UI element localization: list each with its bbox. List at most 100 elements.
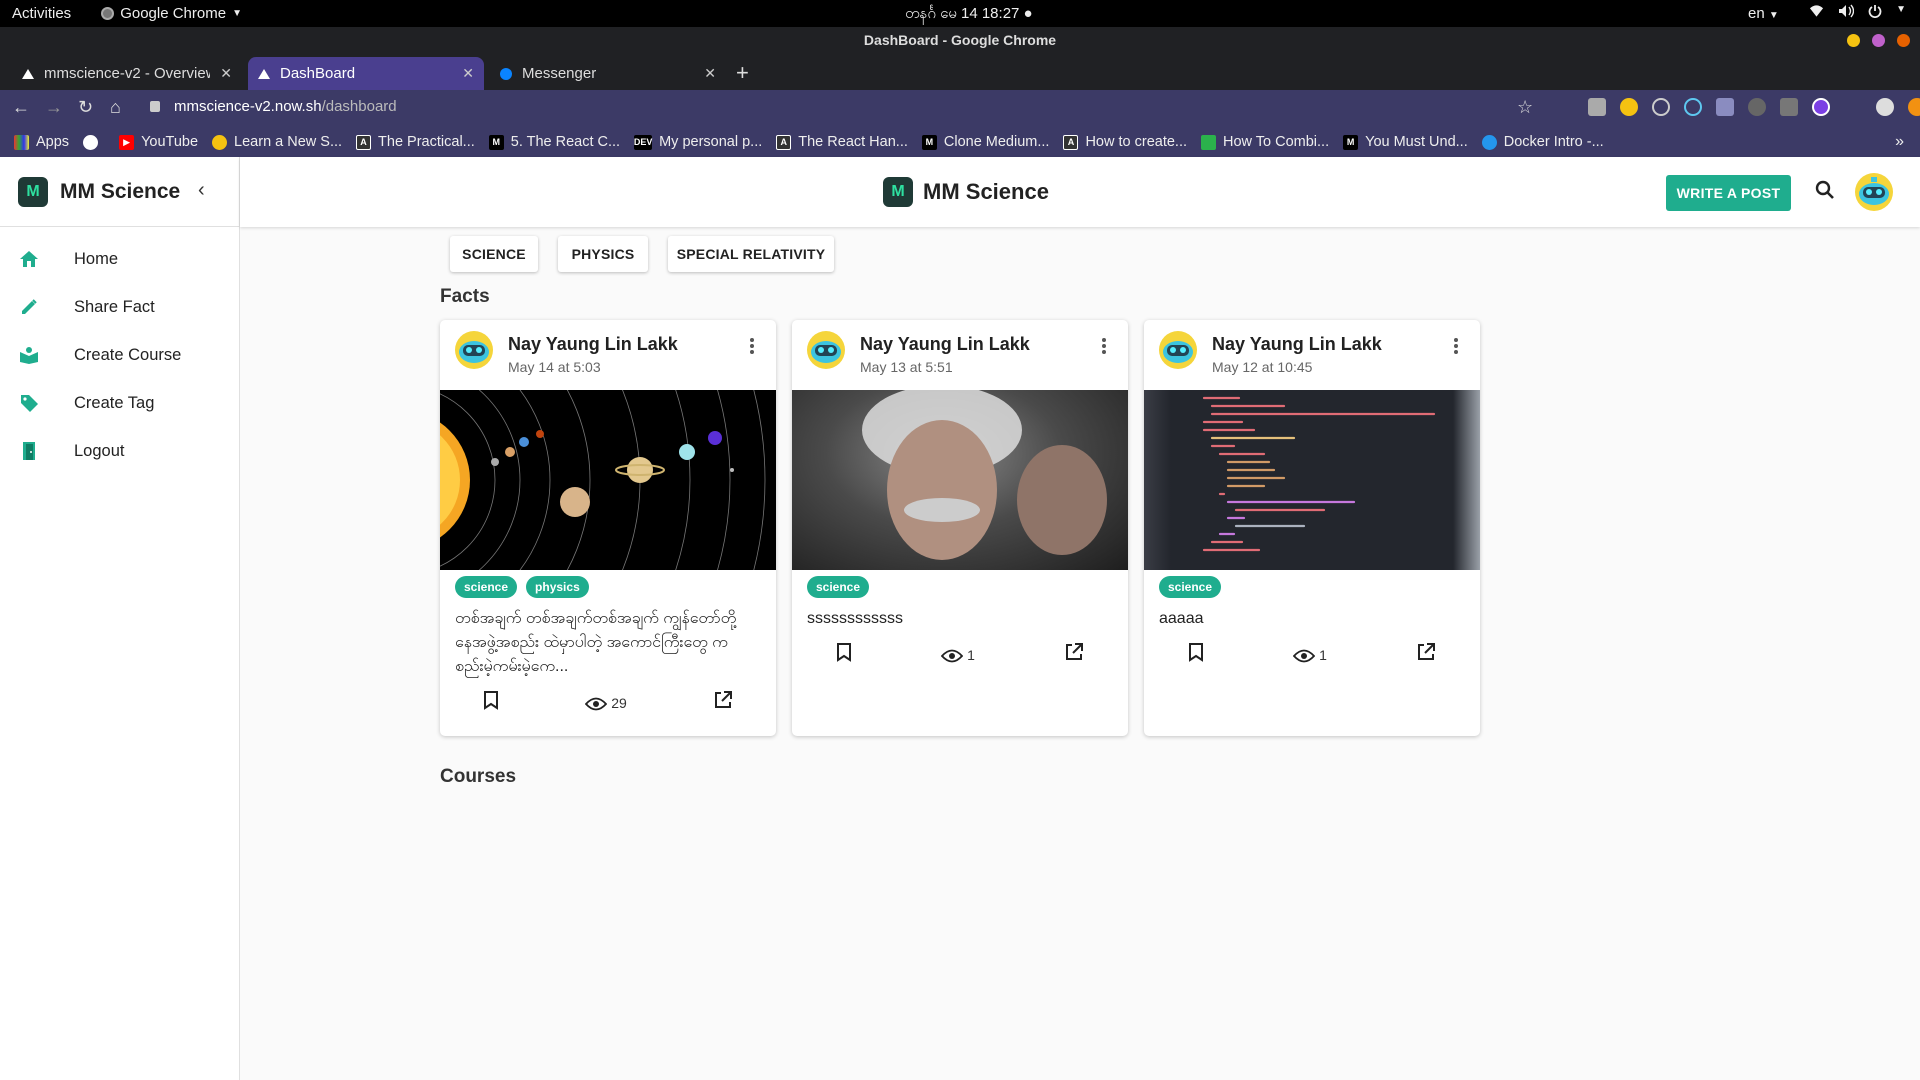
puzzle-extension-icon[interactable] bbox=[1844, 98, 1862, 116]
medium-icon: M bbox=[921, 134, 937, 150]
bookmark-apps[interactable]: Apps bbox=[14, 134, 69, 150]
tag-button-physics[interactable]: PHYSICS bbox=[558, 236, 648, 272]
bookmark-personal[interactable]: DEV My personal p... bbox=[634, 134, 762, 150]
globe-icon bbox=[83, 134, 99, 150]
sidebar-item-share-fact[interactable]: Share Fact bbox=[0, 283, 239, 331]
app-menu[interactable]: Google Chrome ▼ bbox=[101, 5, 242, 22]
purple-extension-icon[interactable] bbox=[1812, 98, 1830, 116]
close-icon[interactable]: ✕ bbox=[704, 65, 716, 82]
vercel-icon bbox=[22, 68, 34, 79]
eye-icon bbox=[1293, 649, 1316, 662]
new-tab-button[interactable]: + bbox=[736, 60, 749, 86]
bookmark-icon[interactable] bbox=[483, 690, 499, 715]
more-vert-icon[interactable] bbox=[750, 338, 754, 359]
bookmark-practical[interactable]: A The Practical... bbox=[356, 134, 475, 150]
tab-dashboard[interactable]: DashBoard ✕ bbox=[248, 57, 484, 90]
open-in-new-icon[interactable] bbox=[1064, 642, 1084, 667]
tag-chip[interactable]: science bbox=[455, 576, 518, 598]
view-count: 1 bbox=[941, 647, 975, 663]
close-window-button[interactable] bbox=[1897, 34, 1910, 47]
forward-icon[interactable]: → bbox=[45, 97, 63, 118]
tab-overview[interactable]: mmscience-v2 - Overview ✕ bbox=[12, 57, 242, 90]
more-bookmarks-icon[interactable]: » bbox=[1895, 133, 1904, 151]
maximize-button[interactable] bbox=[1872, 34, 1885, 47]
more-vert-icon[interactable] bbox=[1102, 338, 1106, 359]
sidebar-item-create-tag[interactable]: Create Tag bbox=[0, 379, 239, 427]
avatar[interactable] bbox=[454, 330, 494, 375]
bookmark-you-must[interactable]: M You Must Und... bbox=[1343, 134, 1468, 150]
bookmark-label: Docker Intro -... bbox=[1503, 134, 1604, 150]
language-indicator[interactable]: en ▼ bbox=[1748, 5, 1779, 22]
profile-avatar[interactable] bbox=[1876, 98, 1894, 116]
card-actions: 1 bbox=[792, 642, 1128, 667]
card-actions: 29 bbox=[440, 690, 776, 715]
tag-button-science[interactable]: SCIENCE bbox=[450, 236, 538, 272]
bookmark-label: The Practical... bbox=[378, 134, 475, 150]
post-excerpt: ssssssssssss bbox=[807, 610, 903, 627]
home-icon[interactable]: ⌂ bbox=[110, 97, 121, 118]
target-extension-icon[interactable] bbox=[1652, 98, 1670, 116]
facebook-extension-icon[interactable] bbox=[1716, 98, 1734, 116]
tag-chip[interactable]: science bbox=[807, 576, 870, 598]
star-icon[interactable]: ☆ bbox=[1517, 97, 1533, 118]
tab-messenger[interactable]: Messenger ✕ bbox=[490, 57, 726, 90]
open-in-new-icon[interactable] bbox=[1416, 642, 1436, 667]
bookmark-globe[interactable] bbox=[83, 134, 105, 150]
bookmark-how-to-combine[interactable]: How To Combi... bbox=[1201, 134, 1329, 150]
tag-chip[interactable]: science bbox=[1159, 576, 1222, 598]
tag-chip[interactable]: physics bbox=[526, 576, 589, 598]
camera-extension-icon[interactable] bbox=[1588, 98, 1606, 116]
view-count-value: 1 bbox=[967, 646, 975, 663]
bookmark-clone-medium[interactable]: M Clone Medium... bbox=[921, 134, 1050, 150]
fact-card[interactable]: Nay Yaung Lin Lakk May 13 at 5:51 scienc… bbox=[792, 320, 1128, 736]
bookmark-react-course[interactable]: M 5. The React C... bbox=[488, 134, 620, 150]
bookmark-label: Clone Medium... bbox=[943, 134, 1050, 150]
back-icon[interactable]: ← bbox=[12, 97, 30, 118]
language-label: en bbox=[1748, 5, 1765, 22]
close-icon[interactable]: ✕ bbox=[462, 65, 474, 82]
url-host: mmscience-v2.now.sh bbox=[174, 98, 322, 115]
write-post-button[interactable]: WRITE A POST bbox=[1666, 175, 1791, 211]
activities-button[interactable]: Activities bbox=[12, 5, 71, 22]
toolbar: ← → ↻ ⌂ mmscience-v2.now.sh/dashboard ☆ bbox=[0, 90, 1920, 127]
tag-button-special-relativity[interactable]: SPECIAL RELATIVITY bbox=[668, 236, 834, 272]
sidebar-item-home[interactable]: Home bbox=[0, 235, 239, 283]
clock[interactable]: တနင်္ဂ မေ 14 18:27 ● bbox=[905, 4, 1033, 26]
user-avatar[interactable] bbox=[1854, 172, 1894, 217]
chevron-left-icon[interactable]: ‹ bbox=[198, 179, 205, 202]
update-icon[interactable] bbox=[1908, 98, 1920, 116]
lock-icon[interactable] bbox=[150, 101, 160, 112]
bookmark-react-handbook[interactable]: A The React Han... bbox=[776, 134, 908, 150]
open-in-new-icon[interactable] bbox=[713, 690, 733, 715]
avatar[interactable] bbox=[1158, 330, 1198, 375]
react-devtools-icon[interactable] bbox=[1684, 98, 1702, 116]
brand[interactable]: M MM Science bbox=[883, 177, 1049, 207]
avatar[interactable] bbox=[806, 330, 846, 375]
bookmark-docker[interactable]: Docker Intro -... bbox=[1481, 134, 1604, 150]
chrome-icon bbox=[101, 7, 115, 20]
solar-system-image[interactable] bbox=[440, 390, 776, 570]
portrait-image[interactable] bbox=[792, 390, 1128, 570]
minimize-button[interactable] bbox=[1847, 34, 1860, 47]
bookmark-icon[interactable] bbox=[1188, 642, 1204, 667]
bookmark-learn[interactable]: Learn a New S... bbox=[212, 134, 342, 150]
system-tray[interactable]: ▼ bbox=[1809, 4, 1906, 22]
extension-on-icon[interactable] bbox=[1620, 98, 1638, 116]
fact-card[interactable]: Nay Yaung Lin Lakk May 12 at 10:45 scien… bbox=[1144, 320, 1480, 736]
code-extension-icon[interactable] bbox=[1780, 98, 1798, 116]
wave-extension-icon[interactable] bbox=[1748, 98, 1766, 116]
bookmark-label: Apps bbox=[36, 134, 70, 150]
address-bar[interactable]: mmscience-v2.now.sh/dashboard bbox=[174, 98, 397, 115]
bookmark-how-to-create[interactable]: A How to create... bbox=[1063, 134, 1187, 150]
fact-card[interactable]: Nay Yaung Lin Lakk May 14 at 5:03 scienc… bbox=[440, 320, 776, 736]
bookmark-youtube[interactable]: ▶ YouTube bbox=[119, 134, 198, 150]
code-screenshot-image[interactable] bbox=[1144, 390, 1480, 570]
close-icon[interactable]: ✕ bbox=[220, 65, 232, 82]
eye-icon bbox=[585, 697, 608, 710]
more-vert-icon[interactable] bbox=[1454, 338, 1458, 359]
search-icon[interactable] bbox=[1814, 179, 1836, 206]
reload-icon[interactable]: ↻ bbox=[78, 97, 93, 118]
sidebar-item-logout[interactable]: Logout bbox=[0, 427, 239, 475]
sidebar-item-create-course[interactable]: Create Course bbox=[0, 331, 239, 379]
bookmark-icon[interactable] bbox=[836, 642, 852, 667]
